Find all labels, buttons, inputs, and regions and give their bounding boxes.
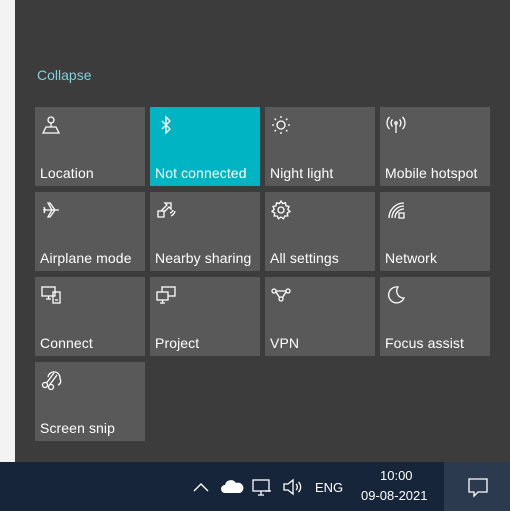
tile-network[interactable]: Network bbox=[380, 192, 490, 271]
volume-icon[interactable] bbox=[281, 476, 303, 498]
project-icon bbox=[156, 286, 176, 304]
onedrive-cloud-icon[interactable] bbox=[220, 476, 244, 498]
nearby-sharing-icon bbox=[157, 202, 176, 218]
connect-icon bbox=[41, 286, 61, 304]
tile-project[interactable]: Project bbox=[150, 277, 260, 356]
tile-screen-snip[interactable]: Screen snip bbox=[35, 362, 145, 441]
tile-vpn[interactable]: VPN bbox=[265, 277, 375, 356]
tile-night-light[interactable]: Night light bbox=[265, 107, 375, 186]
notification-button[interactable] bbox=[444, 462, 510, 511]
desktop-edge bbox=[0, 0, 15, 462]
network-icon bbox=[388, 202, 405, 219]
tile-label: Mobile hotspot bbox=[385, 165, 478, 181]
tile-location[interactable]: Location bbox=[35, 107, 145, 186]
tile-label: Focus assist bbox=[385, 335, 464, 351]
gear-icon bbox=[270, 199, 292, 220]
tile-label: Nearby sharing bbox=[155, 250, 252, 266]
chevron-up-icon[interactable] bbox=[192, 476, 210, 498]
tile-airplane-mode[interactable]: Airplane mode bbox=[35, 192, 145, 271]
tile-label: Not connected bbox=[155, 165, 247, 181]
location-icon bbox=[41, 116, 61, 134]
clock-date[interactable]: 09-08-2021 bbox=[361, 488, 428, 503]
network-monitor-icon[interactable] bbox=[251, 476, 273, 498]
tile-all-settings[interactable]: All settings bbox=[265, 192, 375, 271]
mobile-hotspot-icon bbox=[386, 116, 406, 133]
vpn-icon bbox=[271, 288, 291, 302]
tile-label: All settings bbox=[270, 250, 339, 266]
tile-label: Project bbox=[155, 335, 200, 351]
action-center-panel: Collapse Location Not connected Night li… bbox=[15, 0, 510, 462]
clock-time[interactable]: 10:00 bbox=[380, 468, 413, 483]
tile-connect[interactable]: Connect bbox=[35, 277, 145, 356]
tile-label: VPN bbox=[270, 335, 300, 351]
night-light-icon bbox=[272, 116, 290, 134]
tile-label: Night light bbox=[270, 165, 334, 181]
tile-label: Screen snip bbox=[40, 420, 116, 436]
tile-label: Connect bbox=[40, 335, 93, 351]
bluetooth-icon bbox=[161, 115, 171, 135]
screen-snip-icon bbox=[41, 371, 62, 391]
language-indicator[interactable]: ENG bbox=[315, 480, 343, 495]
tile-nearby-sharing[interactable]: Nearby sharing bbox=[150, 192, 260, 271]
tile-focus-assist[interactable]: Focus assist bbox=[380, 277, 490, 356]
collapse-link[interactable]: Collapse bbox=[37, 67, 91, 83]
tile-bluetooth[interactable]: Not connected bbox=[150, 107, 260, 186]
airplane-icon bbox=[43, 202, 59, 218]
notification-icon bbox=[468, 478, 488, 498]
moon-icon bbox=[387, 286, 405, 304]
tile-label: Network bbox=[385, 250, 438, 266]
tile-mobile-hotspot[interactable]: Mobile hotspot bbox=[380, 107, 490, 186]
tile-label: Location bbox=[40, 165, 94, 181]
tile-label: Airplane mode bbox=[40, 250, 132, 266]
taskbar: ENG 10:00 09-08-2021 bbox=[0, 462, 510, 511]
